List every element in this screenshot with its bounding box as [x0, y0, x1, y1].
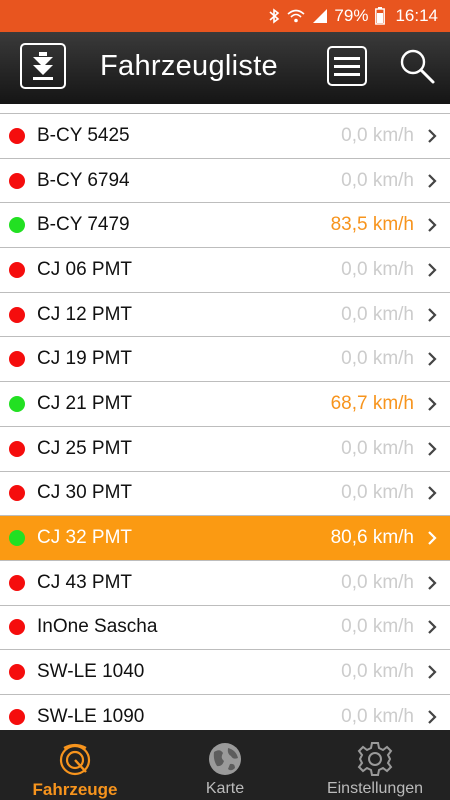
vehicle-speed: 0,0 km/h	[341, 482, 414, 504]
vehicle-speed: 0,0 km/h	[341, 169, 414, 191]
hamburger-menu-icon-line	[334, 56, 360, 60]
status-dot	[9, 306, 25, 323]
vehicle-row[interactable]: CJ 30 PMT 0,0 km/h	[0, 472, 450, 517]
search-icon	[400, 49, 435, 84]
tab-label-einstellungen: Einstellungen	[326, 780, 424, 797]
gear-icon	[357, 742, 393, 776]
vehicle-row[interactable]: CJ 06 PMT 0,0 km/h	[0, 248, 450, 293]
vehicle-row[interactable]: SW-LE 1090 0,0 km/h	[0, 695, 450, 730]
chevron-right-icon	[428, 575, 437, 590]
chevron-right-icon	[428, 218, 437, 232]
menu-button[interactable]	[327, 46, 367, 86]
vehicle-name: B-CY 6794	[37, 169, 130, 191]
status-dot	[9, 172, 25, 189]
vehicle-name: SW-LE 1040	[37, 661, 145, 683]
vehicle-row[interactable]: InOne Sascha 0,0 km/h	[0, 606, 450, 651]
page-title: Fahrzeugliste	[100, 50, 278, 82]
chevron-right-icon	[428, 263, 437, 277]
wifi-icon	[287, 8, 305, 24]
chevron-right-icon	[428, 665, 437, 679]
vehicle-row[interactable]: CJ 21 PMT 68,7 km/h	[0, 382, 450, 427]
filter-down-arrow-icon	[33, 52, 53, 80]
chevron-right-icon	[428, 441, 437, 456]
status-dot	[9, 619, 25, 636]
vehicle-name: CJ 19 PMT	[37, 348, 133, 370]
chevron-right-icon	[428, 173, 437, 188]
vehicle-speed: 0,0 km/h	[341, 616, 414, 638]
tab-fahrzeuge[interactable]: Fahrzeuge	[0, 730, 150, 800]
vehicle-name: CJ 21 PMT	[37, 392, 133, 414]
vehicle-row[interactable]: B-CY 6794 0,0 km/h	[0, 159, 450, 204]
vehicle-speed: 0,0 km/h	[341, 705, 414, 727]
vehicle-row[interactable]: CJ 32 PMT 80,6 km/h	[0, 516, 450, 561]
hamburger-menu-icon-line	[334, 72, 360, 76]
list-top-sliver	[0, 104, 450, 114]
battery-percent: 79%	[334, 6, 369, 25]
status-dot	[9, 261, 25, 278]
vehicle-speed: 68,7 km/h	[330, 392, 414, 414]
vehicle-speed: 0,0 km/h	[341, 571, 414, 593]
vehicle-speed: 80,6 km/h	[330, 527, 414, 549]
chevron-right-icon	[428, 620, 437, 635]
status-bar: 79% 16:14	[0, 0, 450, 32]
filter-button[interactable]	[20, 43, 66, 89]
vehicle-name: CJ 30 PMT	[37, 482, 133, 504]
signal-icon	[312, 8, 328, 24]
chevron-right-icon	[428, 397, 437, 411]
status-dot	[9, 574, 25, 591]
vehicle-row[interactable]: B-CY 7479 83,5 km/h	[0, 203, 450, 249]
vehicle-name: CJ 32 PMT	[37, 527, 133, 549]
vehicle-speed: 0,0 km/h	[341, 303, 414, 325]
vehicle-speed: 0,0 km/h	[341, 661, 414, 683]
vehicle-row[interactable]: CJ 43 PMT 0,0 km/h	[0, 561, 450, 606]
vehicle-name: InOne Sascha	[37, 616, 158, 638]
chevron-right-icon	[428, 531, 437, 545]
vehicle-row[interactable]: SW-LE 1040 0,0 km/h	[0, 650, 450, 695]
bluetooth-icon	[268, 8, 280, 24]
status-dot	[9, 708, 25, 725]
chevron-right-icon	[428, 710, 437, 724]
chevron-right-icon	[428, 486, 437, 501]
search-button[interactable]	[398, 47, 436, 85]
vehicle-list[interactable]: B-CY 5425 0,0 km/h B-CY 6794 0,0 km/h B-CY 7…	[0, 104, 450, 730]
vehicle-name: B-CY 5425	[37, 124, 130, 146]
status-dot	[9, 530, 25, 547]
chevron-right-icon	[428, 129, 437, 143]
bottom-nav: Fahrzeuge Karte Einstellungen	[0, 730, 450, 800]
tab-label-fahrzeuge: Fahrzeuge	[32, 780, 118, 799]
status-dot	[9, 440, 25, 457]
tab-karte[interactable]: Karte	[150, 730, 300, 800]
hamburger-menu-icon-line	[334, 64, 360, 68]
vehicle-speed: 0,0 km/h	[341, 124, 414, 146]
vehicle-row[interactable]: CJ 25 PMT 0,0 km/h	[0, 427, 450, 472]
chevron-right-icon	[428, 307, 437, 322]
status-dot	[9, 351, 25, 368]
vehicle-name: B-CY 7479	[37, 214, 130, 236]
status-dot	[9, 664, 25, 681]
vehicle-speed: 83,5 km/h	[330, 214, 414, 236]
tab-einstellungen[interactable]: Einstellungen	[300, 730, 450, 800]
vehicle-row[interactable]: CJ 19 PMT 0,0 km/h	[0, 337, 450, 383]
status-dot	[9, 395, 25, 412]
status-dot	[9, 485, 25, 502]
app-bar: Fahrzeugliste	[0, 32, 450, 104]
globe-icon	[209, 743, 241, 775]
vehicle-speed: 0,0 km/h	[341, 348, 414, 370]
vehicle-row[interactable]: B-CY 5425 0,0 km/h	[0, 114, 450, 159]
vehicle-name: CJ 43 PMT	[37, 571, 133, 593]
status-dot	[9, 127, 25, 144]
chevron-right-icon	[428, 352, 437, 367]
vehicle-row[interactable]: CJ 12 PMT 0,0 km/h	[0, 293, 450, 338]
status-clock: 16:14	[395, 6, 438, 25]
vehicle-name: SW-LE 1090	[37, 705, 145, 727]
battery-icon	[375, 7, 386, 25]
status-dot	[9, 217, 25, 234]
vehicle-speed: 0,0 km/h	[341, 437, 414, 459]
vehicle-name: CJ 25 PMT	[37, 437, 133, 459]
vehicles-radar-icon	[59, 743, 91, 776]
vehicle-name: CJ 12 PMT	[37, 303, 133, 325]
tab-label-karte: Karte	[205, 780, 245, 797]
vehicle-speed: 0,0 km/h	[341, 258, 414, 280]
vehicle-name: CJ 06 PMT	[37, 258, 133, 280]
